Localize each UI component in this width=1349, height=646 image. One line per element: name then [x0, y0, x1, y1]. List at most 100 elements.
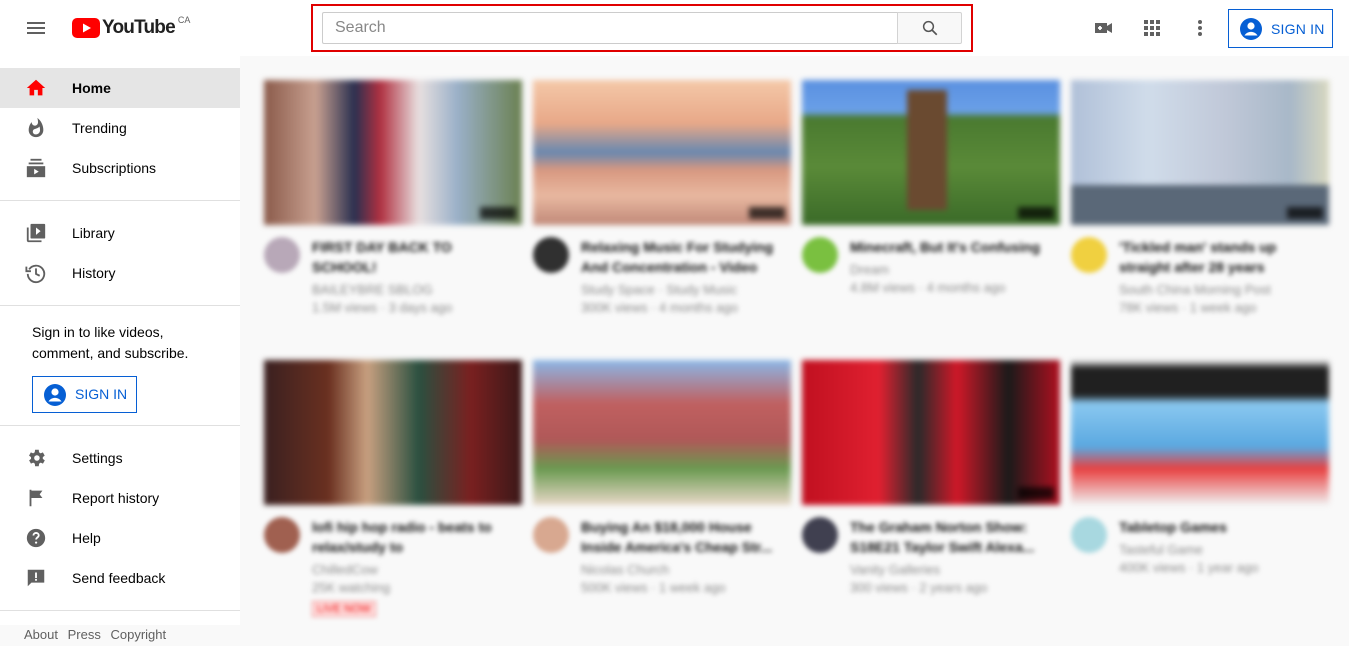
- channel-name[interactable]: Study Space · Study Music: [581, 281, 781, 299]
- search-icon: [922, 20, 937, 36]
- sidebar-sign-in-button[interactable]: SIGN IN: [32, 376, 137, 413]
- search-input[interactable]: [323, 13, 898, 43]
- sidebar-divider: [0, 200, 240, 201]
- channel-avatar[interactable]: [1071, 517, 1107, 553]
- sign-in-button[interactable]: SIGN IN: [1228, 9, 1333, 48]
- footer-link-about[interactable]: About: [24, 627, 58, 642]
- channel-avatar[interactable]: [264, 517, 300, 553]
- video-card[interactable]: The Graham Norton Show: S18E21 Taylor Sw…: [802, 360, 1060, 597]
- video-title[interactable]: Minecraft, But It's Confusing: [850, 237, 1050, 257]
- channel-name[interactable]: ChilledCow: [312, 561, 512, 579]
- sidebar-item-library[interactable]: Library: [0, 213, 240, 253]
- sidebar-item-trending[interactable]: Trending: [0, 108, 240, 148]
- video-card[interactable]: Minecraft, But It's Confusing Dream 4.8M…: [802, 80, 1060, 297]
- video-thumbnail[interactable]: [802, 360, 1060, 505]
- sign-in-promo-text: Sign in to like videos, comment, and sub…: [32, 324, 189, 361]
- footer-links: About Press Copyright: [0, 623, 240, 646]
- sidebar-divider: [0, 610, 240, 611]
- video-card[interactable]: 'Tickled man' stands up straight after 2…: [1071, 80, 1329, 317]
- sidebar-item-report-history[interactable]: Report history: [0, 478, 240, 518]
- video-camera-add-icon: [1095, 23, 1112, 33]
- video-stats: 300K views · 4 months ago: [581, 300, 738, 315]
- video-thumbnail[interactable]: [1071, 360, 1329, 505]
- video-thumbnail[interactable]: [533, 80, 791, 225]
- create-video-button[interactable]: [1084, 8, 1124, 48]
- apps-button[interactable]: [1132, 8, 1172, 48]
- trending-icon: [28, 117, 44, 138]
- video-stats: 300 views · 2 years ago: [850, 580, 988, 595]
- sign-in-label: SIGN IN: [75, 386, 128, 402]
- footer-link-copyright[interactable]: Copyright: [110, 627, 166, 642]
- video-duration: [749, 207, 785, 219]
- sidebar-item-label: Report history: [72, 490, 160, 506]
- video-card[interactable]: lofi hip hop radio - beats to relax/stud…: [264, 360, 522, 617]
- video-card[interactable]: Buying An $18,000 House Inside America's…: [533, 360, 791, 597]
- channel-avatar[interactable]: [802, 237, 838, 273]
- masthead: YouTube CA SIGN IN: [0, 0, 1349, 56]
- sidebar-item-label: Subscriptions: [72, 160, 157, 176]
- video-duration: [480, 207, 516, 219]
- video-stats: 400K views · 1 year ago: [1119, 560, 1259, 575]
- logo-text: YouTube: [102, 17, 176, 38]
- video-stats: 78K views · 1 week ago: [1119, 300, 1257, 315]
- video-card[interactable]: FIRST DAY BACK TO SCHOOL! BAILEYBRE SBLO…: [264, 80, 522, 317]
- video-stats: 4.8M views · 4 months ago: [850, 280, 1006, 295]
- channel-name[interactable]: Tasteful Game: [1119, 541, 1319, 559]
- search-button[interactable]: [897, 12, 962, 44]
- channel-avatar[interactable]: [264, 237, 300, 273]
- sidebar-item-label: Help: [72, 530, 101, 546]
- channel-name[interactable]: BAILEYBRE SBLOG: [312, 281, 512, 299]
- youtube-logo[interactable]: YouTube CA: [72, 15, 190, 39]
- sidebar-divider: [0, 305, 240, 306]
- channel-name[interactable]: South China Morning Post: [1119, 281, 1319, 299]
- settings-menu-button[interactable]: [1180, 8, 1220, 48]
- channel-name[interactable]: Vanity Galleries: [850, 561, 1050, 579]
- video-duration: [1018, 487, 1054, 499]
- search-box[interactable]: [322, 12, 898, 44]
- video-stats: 25K watching: [312, 580, 391, 595]
- channel-name[interactable]: Nicolas Church: [581, 561, 781, 579]
- sidebar-item-subscriptions[interactable]: Subscriptions: [0, 148, 240, 188]
- video-title[interactable]: lofi hip hop radio - beats to relax/stud…: [312, 517, 512, 557]
- sidebar-item-history[interactable]: History: [0, 253, 240, 293]
- video-thumbnail[interactable]: [533, 360, 791, 505]
- library-icon: [26, 223, 46, 243]
- video-thumbnail[interactable]: [264, 80, 522, 225]
- live-badge: LIVE NOW: [312, 601, 376, 617]
- channel-name[interactable]: Dream: [850, 261, 1050, 279]
- channel-avatar[interactable]: [802, 517, 838, 553]
- video-thumbnail[interactable]: [1071, 80, 1329, 225]
- sidebar-item-settings[interactable]: Settings: [0, 438, 240, 478]
- video-card[interactable]: Tabletop Games Tasteful Game 400K views …: [1071, 360, 1329, 577]
- channel-avatar[interactable]: [1071, 237, 1107, 273]
- video-title[interactable]: FIRST DAY BACK TO SCHOOL!: [312, 237, 512, 277]
- video-title[interactable]: The Graham Norton Show: S18E21 Taylor Sw…: [850, 517, 1050, 557]
- account-circle-icon: [1240, 17, 1262, 40]
- account-circle-icon: [44, 383, 66, 406]
- sign-in-promo: Sign in to like videos, comment, and sub…: [0, 318, 240, 425]
- help-icon: [26, 528, 46, 548]
- sidebar-item-home[interactable]: Home: [0, 68, 240, 108]
- sign-in-label: SIGN IN: [1271, 20, 1325, 37]
- youtube-play-icon: [72, 18, 100, 38]
- footer-link-press[interactable]: Press: [68, 627, 101, 642]
- menu-button[interactable]: [16, 8, 56, 48]
- video-thumbnail[interactable]: [802, 80, 1060, 225]
- channel-avatar[interactable]: [533, 517, 569, 553]
- sidebar-divider: [0, 425, 240, 426]
- hamburger-icon: [27, 22, 45, 34]
- video-thumbnail[interactable]: [264, 360, 522, 505]
- channel-avatar[interactable]: [533, 237, 569, 273]
- sidebar-item-help[interactable]: Help: [0, 518, 240, 558]
- video-title[interactable]: Relaxing Music For Studying And Concentr…: [581, 237, 781, 277]
- apps-grid-icon: [1144, 20, 1160, 36]
- sidebar-item-label: Send feedback: [72, 570, 166, 586]
- sidebar-item-send-feedback[interactable]: Send feedback: [0, 558, 240, 598]
- flag-icon: [29, 489, 43, 507]
- video-title[interactable]: Buying An $18,000 House Inside America's…: [581, 517, 781, 557]
- video-title[interactable]: Tabletop Games: [1119, 517, 1319, 537]
- sidebar-item-label: Trending: [72, 120, 127, 136]
- video-title[interactable]: 'Tickled man' stands up straight after 2…: [1119, 237, 1319, 277]
- video-card[interactable]: Relaxing Music For Studying And Concentr…: [533, 80, 791, 317]
- video-stats: 500K views · 1 week ago: [581, 580, 726, 595]
